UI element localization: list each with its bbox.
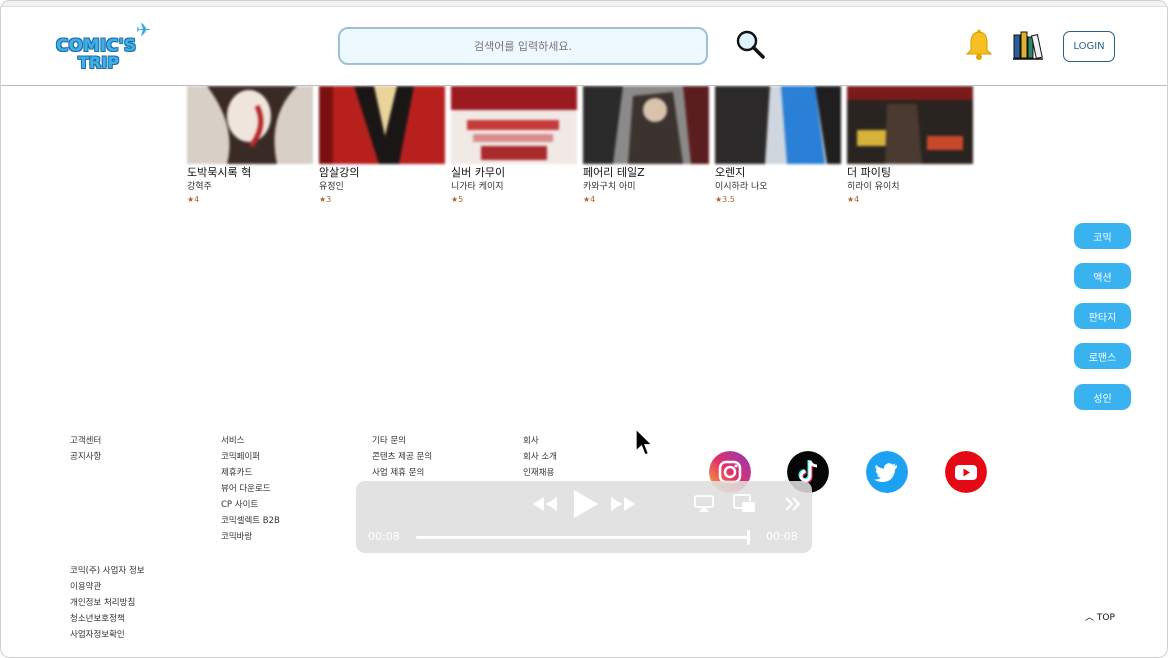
rating-value: 4 (590, 195, 596, 204)
footer-link[interactable]: 인재채용 (523, 465, 557, 481)
comic-rating: ★4 (583, 194, 709, 206)
footer-link[interactable]: CP 사이트 (221, 497, 280, 513)
footer-link[interactable]: 개인정보 처리방침 (70, 595, 145, 611)
rating-value: 5 (458, 195, 464, 204)
site-header: ✈ COMIC'S TRIP LOGIN (1, 7, 1167, 86)
comic-author: 이시하라 나오 (715, 182, 768, 192)
comic-author: 니가타 케이지 (451, 182, 504, 192)
comic-thumbnail[interactable] (583, 86, 709, 164)
footer-link[interactable]: 회사 (523, 433, 557, 449)
comic-author: 카와구치 아미 (583, 182, 636, 192)
scroll-top-button[interactable]: ︿ TOP (1085, 610, 1115, 623)
footer-column-inquiry: 기타 문의 콘텐츠 제공 문의 사업 제휴 문의 (372, 433, 432, 481)
notification-bell-icon[interactable] (965, 29, 993, 61)
search-icon[interactable] (735, 29, 767, 61)
comic-thumbnail[interactable] (319, 86, 445, 164)
footer-link[interactable]: 공지사항 (70, 449, 101, 465)
footer-link[interactable]: 뷰어 다운로드 (221, 481, 280, 497)
genre-button-comic[interactable]: 코믹 (1074, 223, 1131, 249)
genre-button-action[interactable]: 액션 (1074, 263, 1131, 289)
footer-link[interactable]: 콘텐츠 제공 문의 (372, 449, 432, 465)
comic-thumbnail[interactable] (187, 86, 313, 164)
logo-text-line2: TRIP (78, 53, 119, 72)
comic-author: 유정인 (319, 182, 344, 192)
comic-list: 도박묵시록 혁 강혁주 ★4 암살강의 유정인 ★3 실버 카무이 니가타 케이… (187, 86, 987, 211)
elapsed-time: 00:08 (368, 530, 400, 543)
youtube-icon[interactable] (945, 451, 987, 493)
double-chevron-right-icon[interactable] (784, 496, 802, 512)
comic-title[interactable]: 오렌지 (715, 166, 841, 180)
fast-forward-icon[interactable] (610, 496, 636, 512)
comic-title[interactable]: 암살강의 (319, 166, 445, 180)
genre-button-adult[interactable]: 성인 (1074, 384, 1131, 410)
comic-author: 히라이 유이치 (847, 182, 900, 192)
comic-card[interactable]: 더 파이팅 히라이 유이치 ★4 (847, 86, 973, 206)
comic-rating: ★4 (187, 194, 313, 206)
comic-rating: ★5 (451, 194, 577, 206)
airplay-icon[interactable] (694, 495, 714, 513)
video-player-controls: 00:08 00:08 (356, 481, 812, 553)
footer-link[interactable]: 청소년보호정책 (70, 611, 145, 627)
site-logo[interactable]: ✈ COMIC'S TRIP (56, 20, 151, 73)
footer-column-service: 서비스 코믹페이퍼 제휴카드 뷰어 다운로드 CP 사이트 코믹셀렉트 B2B … (221, 433, 280, 545)
comic-rating: ★3 (319, 194, 445, 206)
picture-in-picture-icon[interactable] (733, 494, 757, 514)
comic-rating: ★4 (847, 194, 973, 206)
footer-column-company: 회사 회사 소개 인재채용 (523, 433, 557, 481)
footer-link[interactable]: 사업 제휴 문의 (372, 465, 432, 481)
footer-link[interactable]: 서비스 (221, 433, 280, 449)
footer-link[interactable]: 사업자정보확인 (70, 627, 145, 643)
mouse-cursor-icon (635, 428, 653, 456)
rating-value: 3 (326, 195, 332, 204)
progress-track[interactable] (416, 536, 748, 539)
twitter-icon[interactable] (866, 451, 908, 493)
scroll-top-label: TOP (1096, 613, 1115, 623)
comic-card[interactable]: 페어리 테일Z 카와구치 아미 ★4 (583, 86, 709, 206)
comic-title[interactable]: 페어리 테일Z (583, 166, 709, 180)
rewind-icon[interactable] (532, 496, 558, 512)
comic-title[interactable]: 실버 카무이 (451, 166, 577, 180)
chevron-up-icon: ︿ (1085, 613, 1095, 623)
duration-time: 00:08 (766, 530, 798, 543)
library-books-icon[interactable] (1012, 29, 1044, 61)
comic-title[interactable]: 더 파이팅 (847, 166, 973, 180)
comic-thumbnail[interactable] (847, 86, 973, 164)
footer-link[interactable]: 고객센터 (70, 433, 101, 449)
footer-column-support: 고객센터 공지사항 (70, 433, 101, 465)
comic-title[interactable]: 도박묵시록 혁 (187, 166, 313, 180)
comic-thumbnail[interactable] (451, 86, 577, 164)
progress-scrubber[interactable] (747, 530, 750, 545)
footer-business-info: 코믹(주) 사업자 정보 이용약관 개인정보 처리방침 청소년보호정책 사업자정… (70, 563, 145, 643)
play-icon[interactable] (572, 489, 600, 519)
comic-card[interactable]: 도박묵시록 혁 강혁주 ★4 (187, 86, 313, 206)
comic-card[interactable]: 오렌지 이시하라 나오 ★3.5 (715, 86, 841, 206)
genre-button-fantasy[interactable]: 판타지 (1074, 303, 1131, 329)
browser-page: ✈ COMIC'S TRIP LOGIN 도박묵시록 혁 (0, 0, 1168, 658)
rating-value: 4 (194, 195, 200, 204)
footer-link[interactable]: 코믹바랑 (221, 529, 280, 545)
footer-link[interactable]: 기타 문의 (372, 433, 432, 449)
footer-link[interactable]: 제휴카드 (221, 465, 280, 481)
genre-button-romance[interactable]: 로맨스 (1074, 343, 1131, 369)
comic-rating: ★3.5 (715, 194, 841, 206)
comic-card[interactable]: 암살강의 유정인 ★3 (319, 86, 445, 206)
comic-thumbnail[interactable] (715, 86, 841, 164)
comic-card[interactable]: 실버 카무이 니가타 케이지 ★5 (451, 86, 577, 206)
rating-value: 4 (854, 195, 860, 204)
rating-value: 3.5 (722, 195, 735, 204)
footer-link[interactable]: 이용약관 (70, 579, 145, 595)
search-input[interactable] (338, 27, 708, 65)
comic-author: 강혁주 (187, 182, 212, 192)
footer-link[interactable]: 코믹(주) 사업자 정보 (70, 563, 145, 579)
footer-link[interactable]: 코믹페이퍼 (221, 449, 280, 465)
airplane-icon: ✈ (135, 20, 151, 41)
footer-link[interactable]: 회사 소개 (523, 449, 557, 465)
footer-link[interactable]: 코믹셀렉트 B2B (221, 513, 280, 529)
login-button[interactable]: LOGIN (1063, 31, 1115, 62)
